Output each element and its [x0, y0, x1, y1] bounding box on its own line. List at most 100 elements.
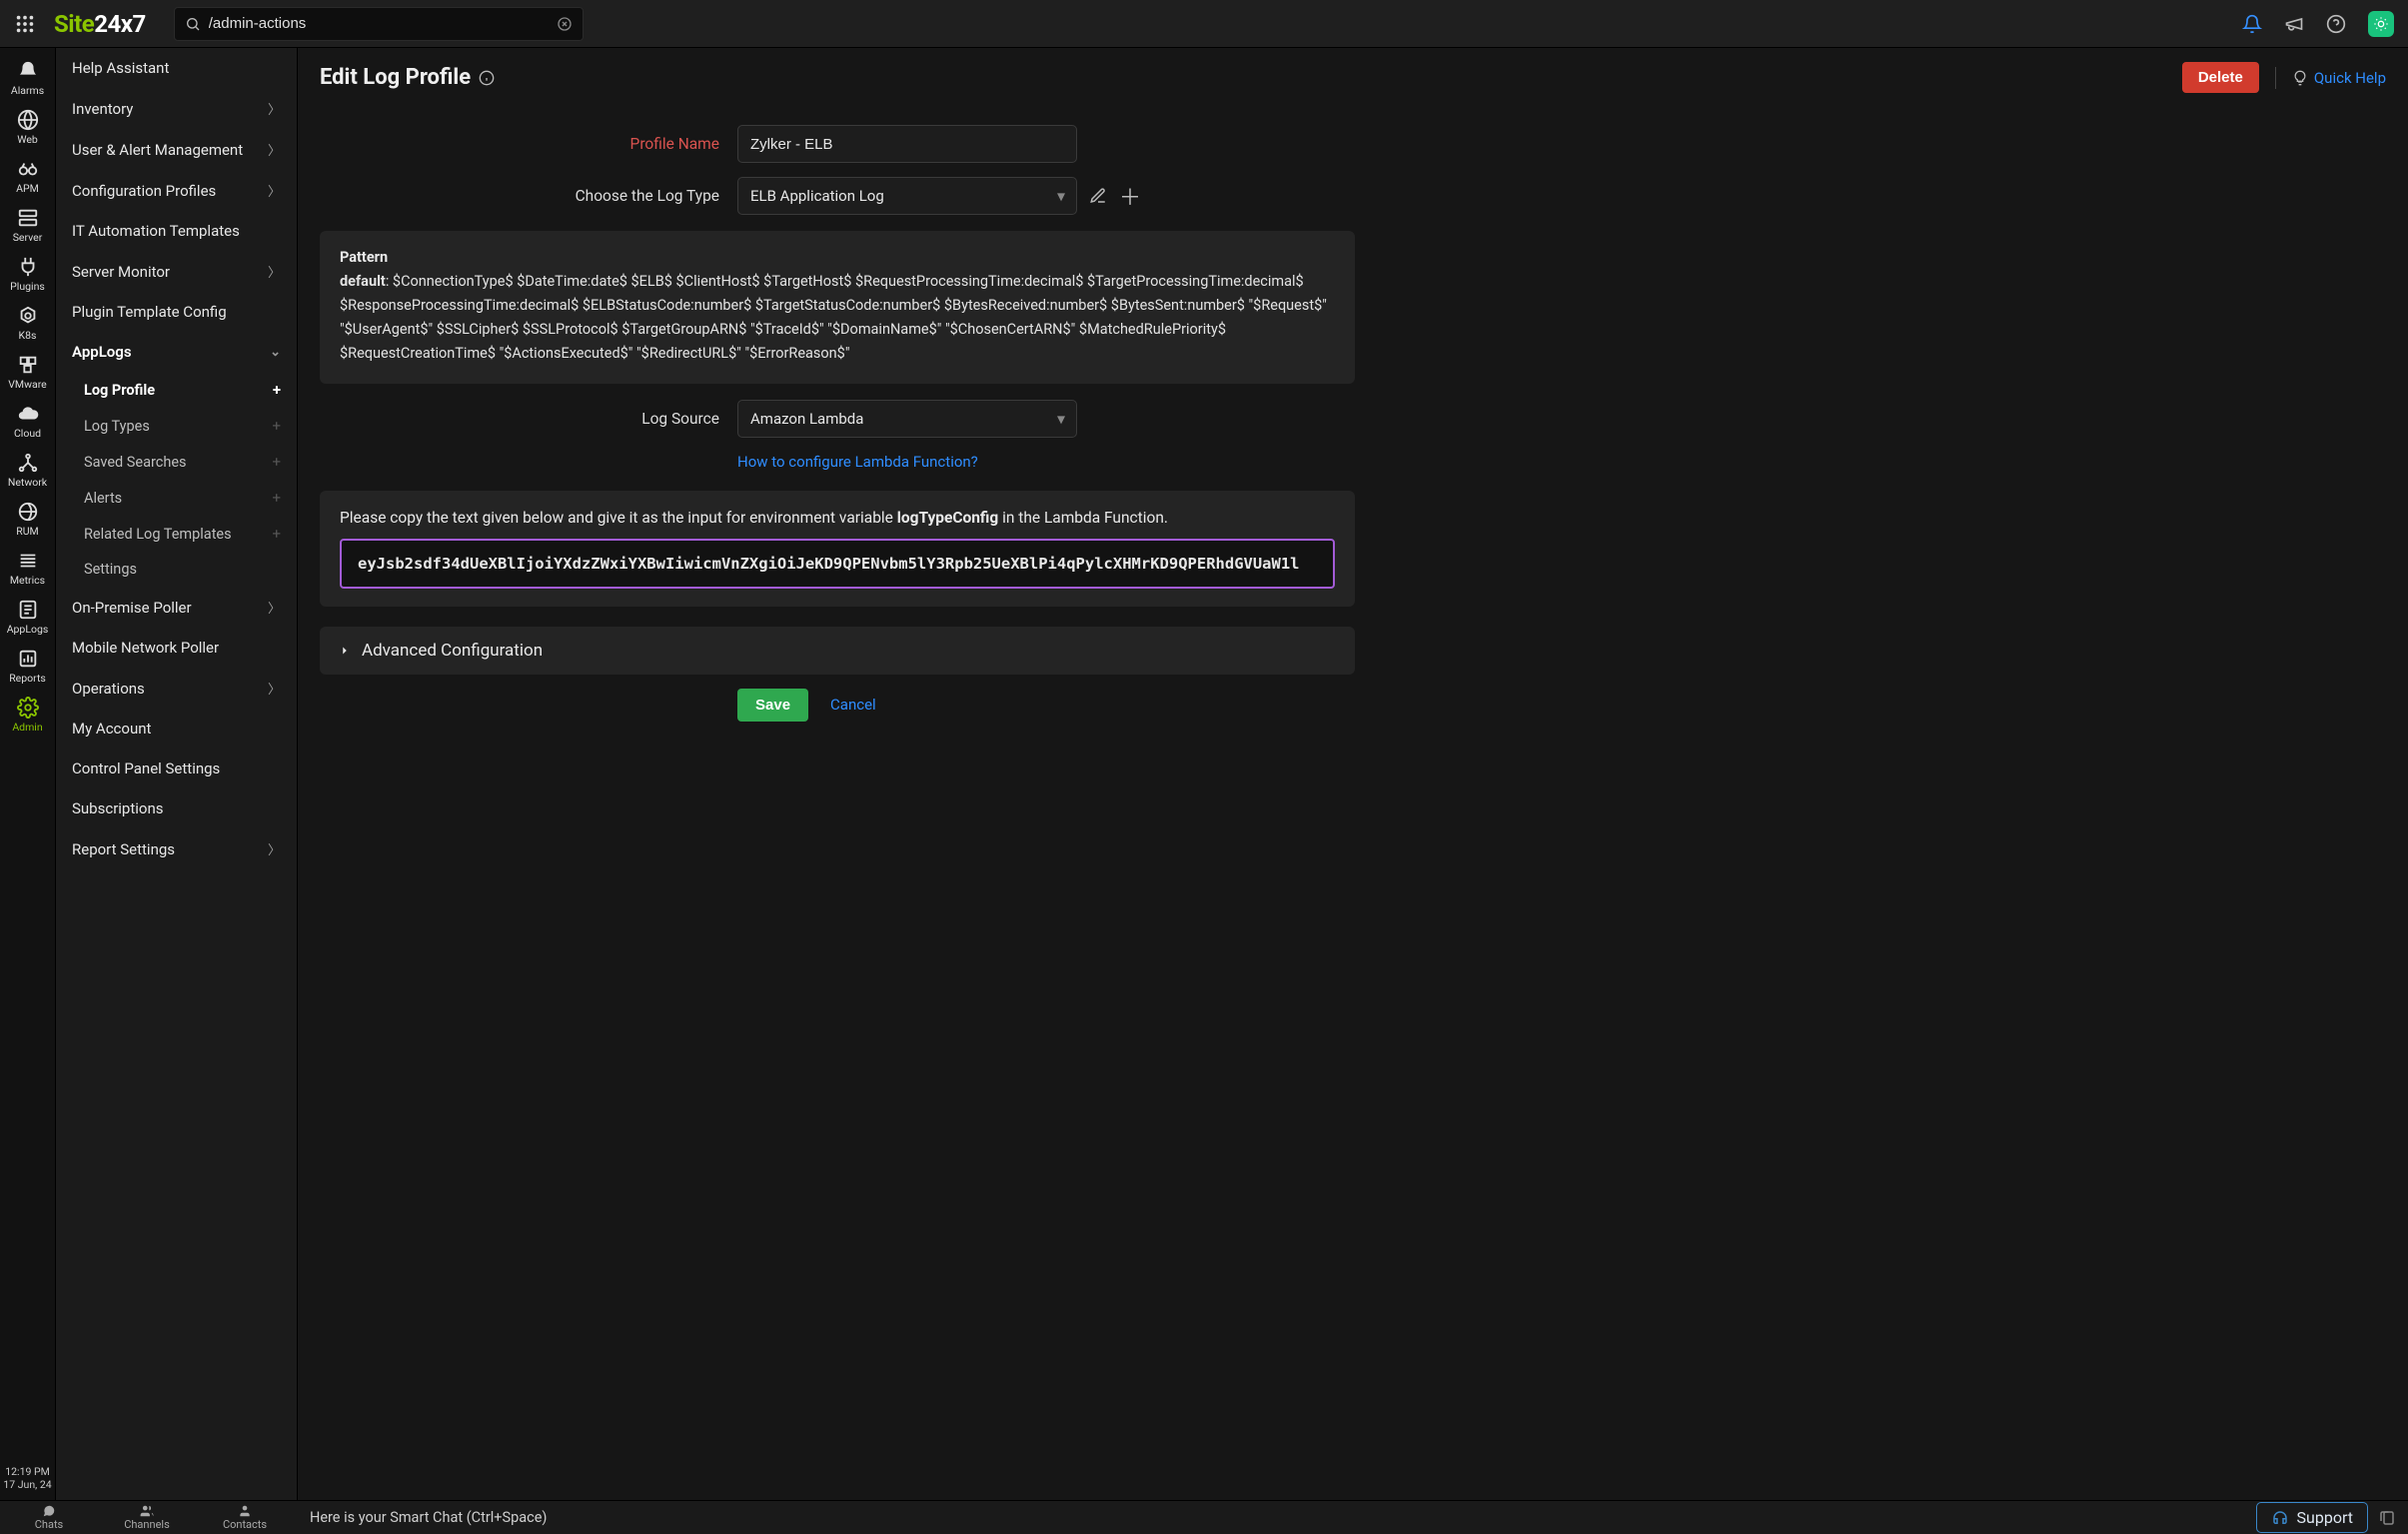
rail-label: RUM — [16, 525, 38, 538]
nav-item-user-alert[interactable]: User & Alert Management〉 — [56, 129, 297, 170]
delete-button[interactable]: Delete — [2182, 62, 2259, 93]
nav-item-server-monitor[interactable]: Server Monitor〉 — [56, 251, 297, 292]
nav-sub-related-templates[interactable]: Related Log Templates+ — [56, 516, 297, 552]
edit-icon[interactable] — [1089, 187, 1107, 205]
chevron-right-icon: 〉 — [268, 598, 281, 617]
profile-name-input[interactable] — [737, 125, 1077, 163]
nav-sub-log-profile[interactable]: Log Profile+ — [56, 372, 297, 408]
bulb-icon — [2292, 70, 2308, 86]
lambda-help-link[interactable]: How to configure Lambda Function? — [737, 453, 978, 471]
plus-icon[interactable]: + — [272, 525, 281, 543]
users-icon — [140, 1504, 154, 1518]
divider — [2275, 67, 2276, 89]
clipboard-icon[interactable] — [2378, 1509, 2396, 1527]
nav-item-onprem-poller[interactable]: On-Premise Poller 〉 — [56, 587, 297, 628]
help-icon[interactable] — [2326, 14, 2346, 34]
accordion-label: Advanced Configuration — [362, 641, 543, 661]
plus-icon[interactable]: + — [272, 453, 281, 471]
nav-sub-alerts[interactable]: Alerts+ — [56, 480, 297, 516]
rail-label: Server — [13, 231, 43, 244]
rail-item-vmware[interactable]: VMware — [0, 348, 56, 395]
nav-item-my-account[interactable]: My Account — [56, 709, 297, 749]
bb-tab-contacts[interactable]: Contacts — [196, 1501, 294, 1534]
kubernetes-icon — [17, 305, 39, 327]
bb-tab-chats[interactable]: Chats — [0, 1501, 98, 1534]
nav-item-plugin-template[interactable]: Plugin Template Config — [56, 292, 297, 332]
rail-item-rum[interactable]: RUM — [0, 495, 56, 542]
nav-label: IT Automation Templates — [72, 222, 240, 240]
rail-item-cloud[interactable]: Cloud — [0, 397, 56, 444]
bb-tab-channels[interactable]: Channels — [98, 1501, 196, 1534]
chevron-right-icon: 〉 — [268, 839, 281, 858]
log-source-select[interactable]: Amazon Lambda ▾ — [737, 400, 1077, 438]
rail-item-reports[interactable]: Reports — [0, 642, 56, 689]
advanced-config-accordion[interactable]: Advanced Configuration — [320, 627, 1355, 675]
apps-grid-icon[interactable] — [14, 13, 36, 35]
nav-item-subscriptions[interactable]: Subscriptions — [56, 788, 297, 828]
token-box[interactable]: eyJsb2sdf34dUeXBlIjoiYXdzZWxiYXBwIiwicmV… — [340, 539, 1335, 589]
search-icon — [185, 16, 201, 32]
nav-item-automation[interactable]: IT Automation Templates — [56, 211, 297, 251]
bb-status[interactable]: Here is your Smart Chat (Ctrl+Space) — [294, 1509, 2256, 1526]
rail-item-plugins[interactable]: Plugins — [0, 250, 56, 297]
rail-item-applogs[interactable]: AppLogs — [0, 593, 56, 640]
nav-label: Report Settings — [72, 840, 175, 858]
pattern-head: Pattern — [340, 249, 1335, 266]
copy-instruction: Please copy the text given below and giv… — [340, 509, 1335, 527]
save-button[interactable]: Save — [737, 689, 808, 722]
nav-item-control-panel[interactable]: Control Panel Settings — [56, 749, 297, 788]
bottombar: Chats Channels Contacts Here is your Sma… — [0, 1500, 2408, 1534]
nav-item-config-profiles[interactable]: Configuration Profiles〉 — [56, 170, 297, 211]
main-content: Edit Log Profile Delete Quick Help Profi… — [298, 48, 2408, 1500]
rail-item-web[interactable]: Web — [0, 103, 56, 150]
label-profile-name: Profile Name — [320, 135, 719, 153]
rail-label: K8s — [19, 329, 37, 342]
lambda-help-wrap: How to configure Lambda Function? — [737, 452, 1355, 471]
chevron-right-icon: 〉 — [268, 679, 281, 698]
plus-icon[interactable]: + — [272, 417, 281, 435]
cancel-link[interactable]: Cancel — [830, 696, 876, 714]
nav-label: On-Premise Poller — [72, 599, 192, 617]
log-type-select[interactable]: ELB Application Log ▾ — [737, 177, 1077, 215]
plus-icon[interactable]: ＋ — [1119, 180, 1141, 212]
nav-sub-settings[interactable]: Settings — [56, 552, 297, 587]
reports-icon — [17, 648, 39, 670]
support-button[interactable]: Support — [2256, 1502, 2368, 1533]
clear-icon[interactable] — [557, 16, 573, 32]
nav-sub-saved-searches[interactable]: Saved Searches+ — [56, 444, 297, 480]
ai-assistant-icon[interactable] — [2368, 11, 2394, 37]
topbar-icons — [2242, 11, 2394, 37]
nav-item-help-assistant[interactable]: Help Assistant — [56, 48, 297, 88]
quick-help-label: Quick Help — [2314, 69, 2386, 87]
info-icon[interactable] — [479, 70, 495, 86]
bell-icon[interactable] — [2242, 14, 2262, 34]
megaphone-icon[interactable] — [2284, 14, 2304, 34]
plus-icon[interactable]: + — [273, 381, 281, 399]
quick-help-link[interactable]: Quick Help — [2292, 69, 2386, 87]
topbar: Site24x7 — [0, 0, 2408, 48]
nav-label: Server Monitor — [72, 263, 170, 281]
nav-item-mobile-poller[interactable]: Mobile Network Poller — [56, 628, 297, 668]
pattern-card: Pattern default: $ConnectionType$ $DateT… — [320, 231, 1355, 384]
nav-label: Mobile Network Poller — [72, 639, 219, 657]
server-icon — [17, 207, 39, 229]
rail-item-network[interactable]: Network — [0, 446, 56, 493]
nav-label: Control Panel Settings — [72, 760, 220, 777]
nav-item-inventory[interactable]: Inventory〉 — [56, 88, 297, 129]
rail-item-metrics[interactable]: Metrics — [0, 544, 56, 591]
nav-sub-log-types[interactable]: Log Types+ — [56, 408, 297, 444]
logo[interactable]: Site24x7 — [54, 10, 146, 38]
rail-item-k8s[interactable]: K8s — [0, 299, 56, 346]
rail-label: Cloud — [14, 427, 41, 440]
plus-icon[interactable]: + — [272, 489, 281, 507]
nav-item-operations[interactable]: Operations〉 — [56, 668, 297, 709]
globe-icon — [17, 109, 39, 131]
search-box[interactable] — [174, 7, 584, 41]
search-input[interactable] — [209, 15, 549, 32]
rail-item-admin[interactable]: Admin — [0, 691, 56, 738]
rail-item-alarms[interactable]: Alarms — [0, 54, 56, 101]
nav-item-report-settings[interactable]: Report Settings 〉 — [56, 828, 297, 869]
nav-item-applogs[interactable]: AppLogs⌄ — [56, 332, 297, 372]
rail-item-apm[interactable]: APM — [0, 152, 56, 199]
rail-item-server[interactable]: Server — [0, 201, 56, 248]
